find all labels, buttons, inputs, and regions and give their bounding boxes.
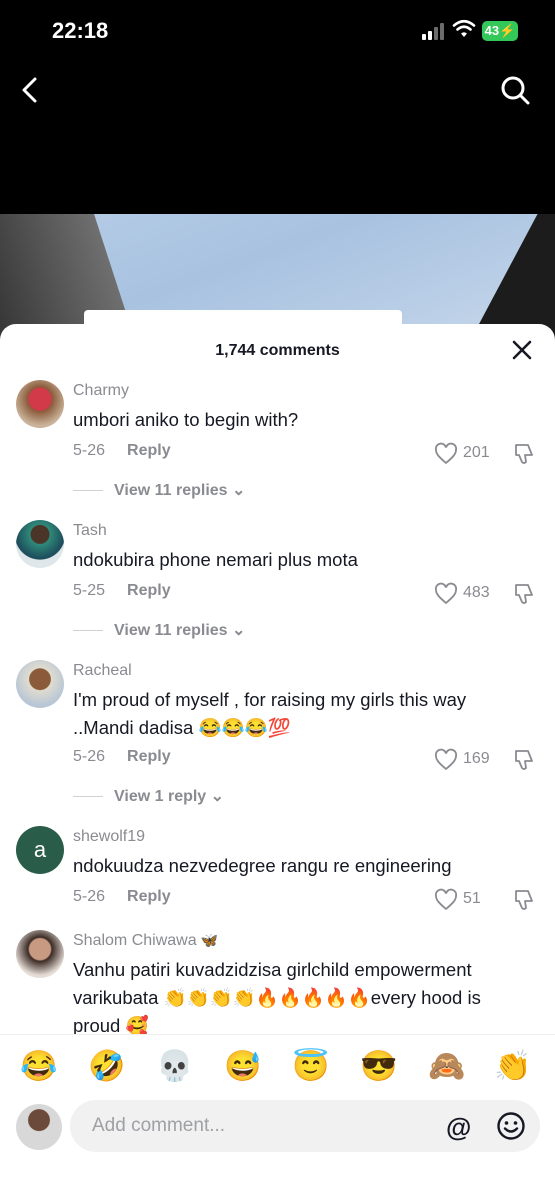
comment-text: umbori aniko to begin with?	[73, 409, 299, 430]
divider	[73, 630, 103, 632]
status-bar: 22:18 43⚡	[0, 0, 555, 62]
divider	[73, 796, 103, 798]
avatar[interactable]	[16, 520, 64, 568]
butterfly-badge: 🦋	[200, 932, 219, 948]
reply-button[interactable]: Reply	[127, 888, 171, 905]
heart-icon	[434, 748, 458, 771]
comment-text: Vanhu patiri kuvadzidzisa girlchild empo…	[73, 959, 481, 1034]
emoji-picker-icon[interactable]	[496, 1111, 526, 1141]
view-replies-label: View 11 replies	[114, 622, 228, 639]
avatar[interactable]	[16, 380, 64, 428]
dislike-icon[interactable]	[512, 748, 536, 772]
emoji-rofl[interactable]: 🤣	[88, 1049, 125, 1085]
heart-icon	[434, 582, 458, 605]
comment-count: 1,744 comments	[215, 342, 340, 359]
comment-username[interactable]: Tash	[73, 522, 107, 540]
comment-item: Racheal I'm proud of myself , for raisin…	[0, 658, 555, 818]
like-button[interactable]: 169	[434, 748, 494, 772]
emoji-tears-of-joy[interactable]: 😂	[20, 1049, 57, 1085]
dislike-icon[interactable]	[512, 888, 536, 912]
reply-button[interactable]: Reply	[127, 442, 171, 459]
like-count: 483	[463, 584, 490, 601]
avatar[interactable]: a	[16, 826, 64, 874]
heart-icon	[434, 442, 458, 465]
chevron-down-icon: ⌄	[232, 622, 246, 639]
view-replies-label: View 1 reply	[114, 788, 207, 805]
sheet-header: 1,744 comments	[0, 324, 555, 376]
comment-username[interactable]: shewolf19	[73, 828, 145, 846]
view-replies-button[interactable]: View 11 replies ⌄	[73, 620, 245, 640]
close-icon[interactable]	[511, 339, 533, 361]
dislike-icon[interactable]	[512, 582, 536, 606]
comment-item: Charmy umbori aniko to begin with? 5-26 R…	[0, 378, 555, 508]
comment-date: 5-26	[73, 442, 106, 459]
chevron-down-icon: ⌄	[232, 482, 246, 499]
comment-meta: 5-26 Reply	[73, 748, 171, 766]
top-nav	[0, 62, 555, 214]
comment-text: I'm proud of myself , for raising my gir…	[73, 689, 467, 738]
like-count: 201	[463, 444, 490, 461]
comment-username[interactable]: Charmy	[73, 382, 129, 400]
comment-item: a shewolf19 ndokuudza nezvedegree rangu …	[0, 824, 555, 924]
comment-item: Tash ndokubira phone nemari plus mota 5-…	[0, 518, 555, 648]
comment-text: ndokuudza nezvedegree rangu re engineeri…	[73, 855, 452, 876]
status-time: 22:18	[52, 18, 109, 43]
view-replies-button[interactable]: View 11 replies ⌄	[73, 480, 245, 500]
view-replies-button[interactable]: View 1 reply ⌄	[73, 786, 224, 806]
chevron-down-icon: ⌄	[210, 788, 225, 805]
like-count: 51	[463, 890, 481, 907]
wifi-icon	[452, 19, 476, 37]
comment-meta: 5-26 Reply	[73, 442, 171, 460]
comment-username[interactable]: Racheal	[73, 662, 132, 680]
comment-date: 5-25	[73, 582, 106, 599]
like-button[interactable]: 51	[434, 888, 494, 912]
mention-icon[interactable]: @	[446, 1112, 471, 1143]
battery-icon: 43⚡	[482, 21, 518, 41]
comment-date: 5-26	[73, 888, 106, 905]
comment-date: 5-26	[73, 748, 106, 765]
avatar[interactable]	[16, 660, 64, 708]
emoji-halo[interactable]: 😇	[292, 1049, 329, 1085]
emoji-skull[interactable]: 💀	[156, 1049, 193, 1085]
like-button[interactable]: 201	[434, 442, 494, 466]
comment-composer: @	[0, 1098, 555, 1200]
comment-item: Shalom Chiwawa 🦋 Vanhu patiri kuvadzidzis…	[0, 928, 555, 1034]
cellular-signal-icon	[422, 22, 448, 40]
comment-meta: 5-25 Reply	[73, 582, 171, 600]
divider	[73, 490, 103, 492]
dislike-icon[interactable]	[512, 442, 536, 466]
emoji-sunglasses[interactable]: 😎	[360, 1049, 397, 1085]
comments-sheet: 1,744 comments Charmy umbori aniko to be…	[0, 324, 555, 1200]
avatar[interactable]	[16, 930, 64, 978]
emoji-see-no-evil[interactable]: 🙈	[428, 1049, 465, 1085]
reply-button[interactable]: Reply	[127, 748, 171, 765]
emoji-quick-bar: 😂 🤣 💀 😅 😇 😎 🙈 👏	[0, 1034, 555, 1098]
battery-level: 43	[484, 23, 500, 38]
username-text: Shalom Chiwawa	[73, 932, 197, 949]
my-avatar	[16, 1104, 62, 1150]
back-icon[interactable]	[14, 74, 46, 106]
like-count: 169	[463, 750, 490, 767]
emoji-clap[interactable]: 👏	[494, 1049, 531, 1085]
comment-text: ndokubira phone nemari plus mota	[73, 549, 358, 570]
search-icon[interactable]	[499, 74, 531, 106]
reply-button[interactable]: Reply	[127, 582, 171, 599]
comment-username[interactable]: Shalom Chiwawa 🦋	[73, 932, 218, 950]
view-replies-label: View 11 replies	[114, 482, 228, 499]
emoji-sweat-smile[interactable]: 😅	[224, 1049, 261, 1085]
like-button[interactable]: 483	[434, 582, 494, 606]
comment-meta: 5-26 Reply	[73, 888, 171, 906]
heart-icon	[434, 888, 458, 911]
